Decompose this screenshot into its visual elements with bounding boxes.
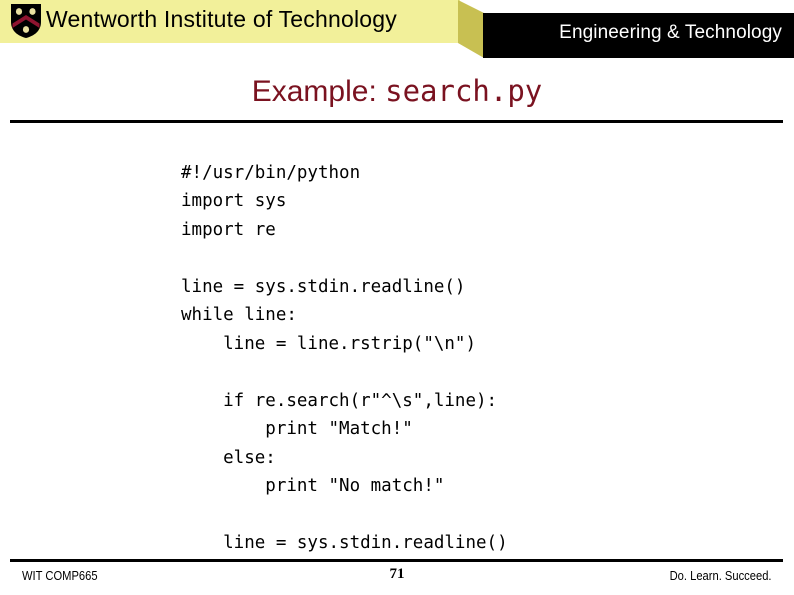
slide-title: Example: search.py xyxy=(0,74,794,109)
organization-name: Wentworth Institute of Technology xyxy=(46,6,397,32)
code-listing: #!/usr/bin/python import sys import re l… xyxy=(181,159,508,558)
slide-title-prefix: Example: xyxy=(251,75,386,108)
code-line: line = line.rstrip("\n") xyxy=(181,333,477,354)
code-line: print "Match!" xyxy=(181,419,413,439)
code-line: line = sys.stdin.readline() xyxy=(181,533,508,553)
slide-title-filename: search.py xyxy=(385,74,543,108)
title-divider xyxy=(10,120,783,123)
footer-divider xyxy=(10,559,783,562)
code-line: else: xyxy=(181,447,276,468)
code-line: import sys xyxy=(181,191,287,211)
footer-tagline: Do. Learn. Succeed. xyxy=(670,568,772,583)
code-line: if re.search(r"^\s",line): xyxy=(181,390,498,411)
header-black-banner: Engineering & Technology xyxy=(483,13,794,58)
header-banner-wedge xyxy=(458,0,484,58)
code-line: import re xyxy=(181,219,276,240)
code-line: while line: xyxy=(181,305,297,325)
department-label: Engineering & Technology xyxy=(559,22,782,43)
code-line: print "No match!" xyxy=(181,476,445,496)
code-line: line = sys.stdin.readline() xyxy=(181,276,466,297)
wentworth-shield-icon xyxy=(10,3,42,39)
slide-header: Engineering & Technology Wentworth Insti… xyxy=(0,0,794,62)
code-line: #!/usr/bin/python xyxy=(181,162,361,183)
